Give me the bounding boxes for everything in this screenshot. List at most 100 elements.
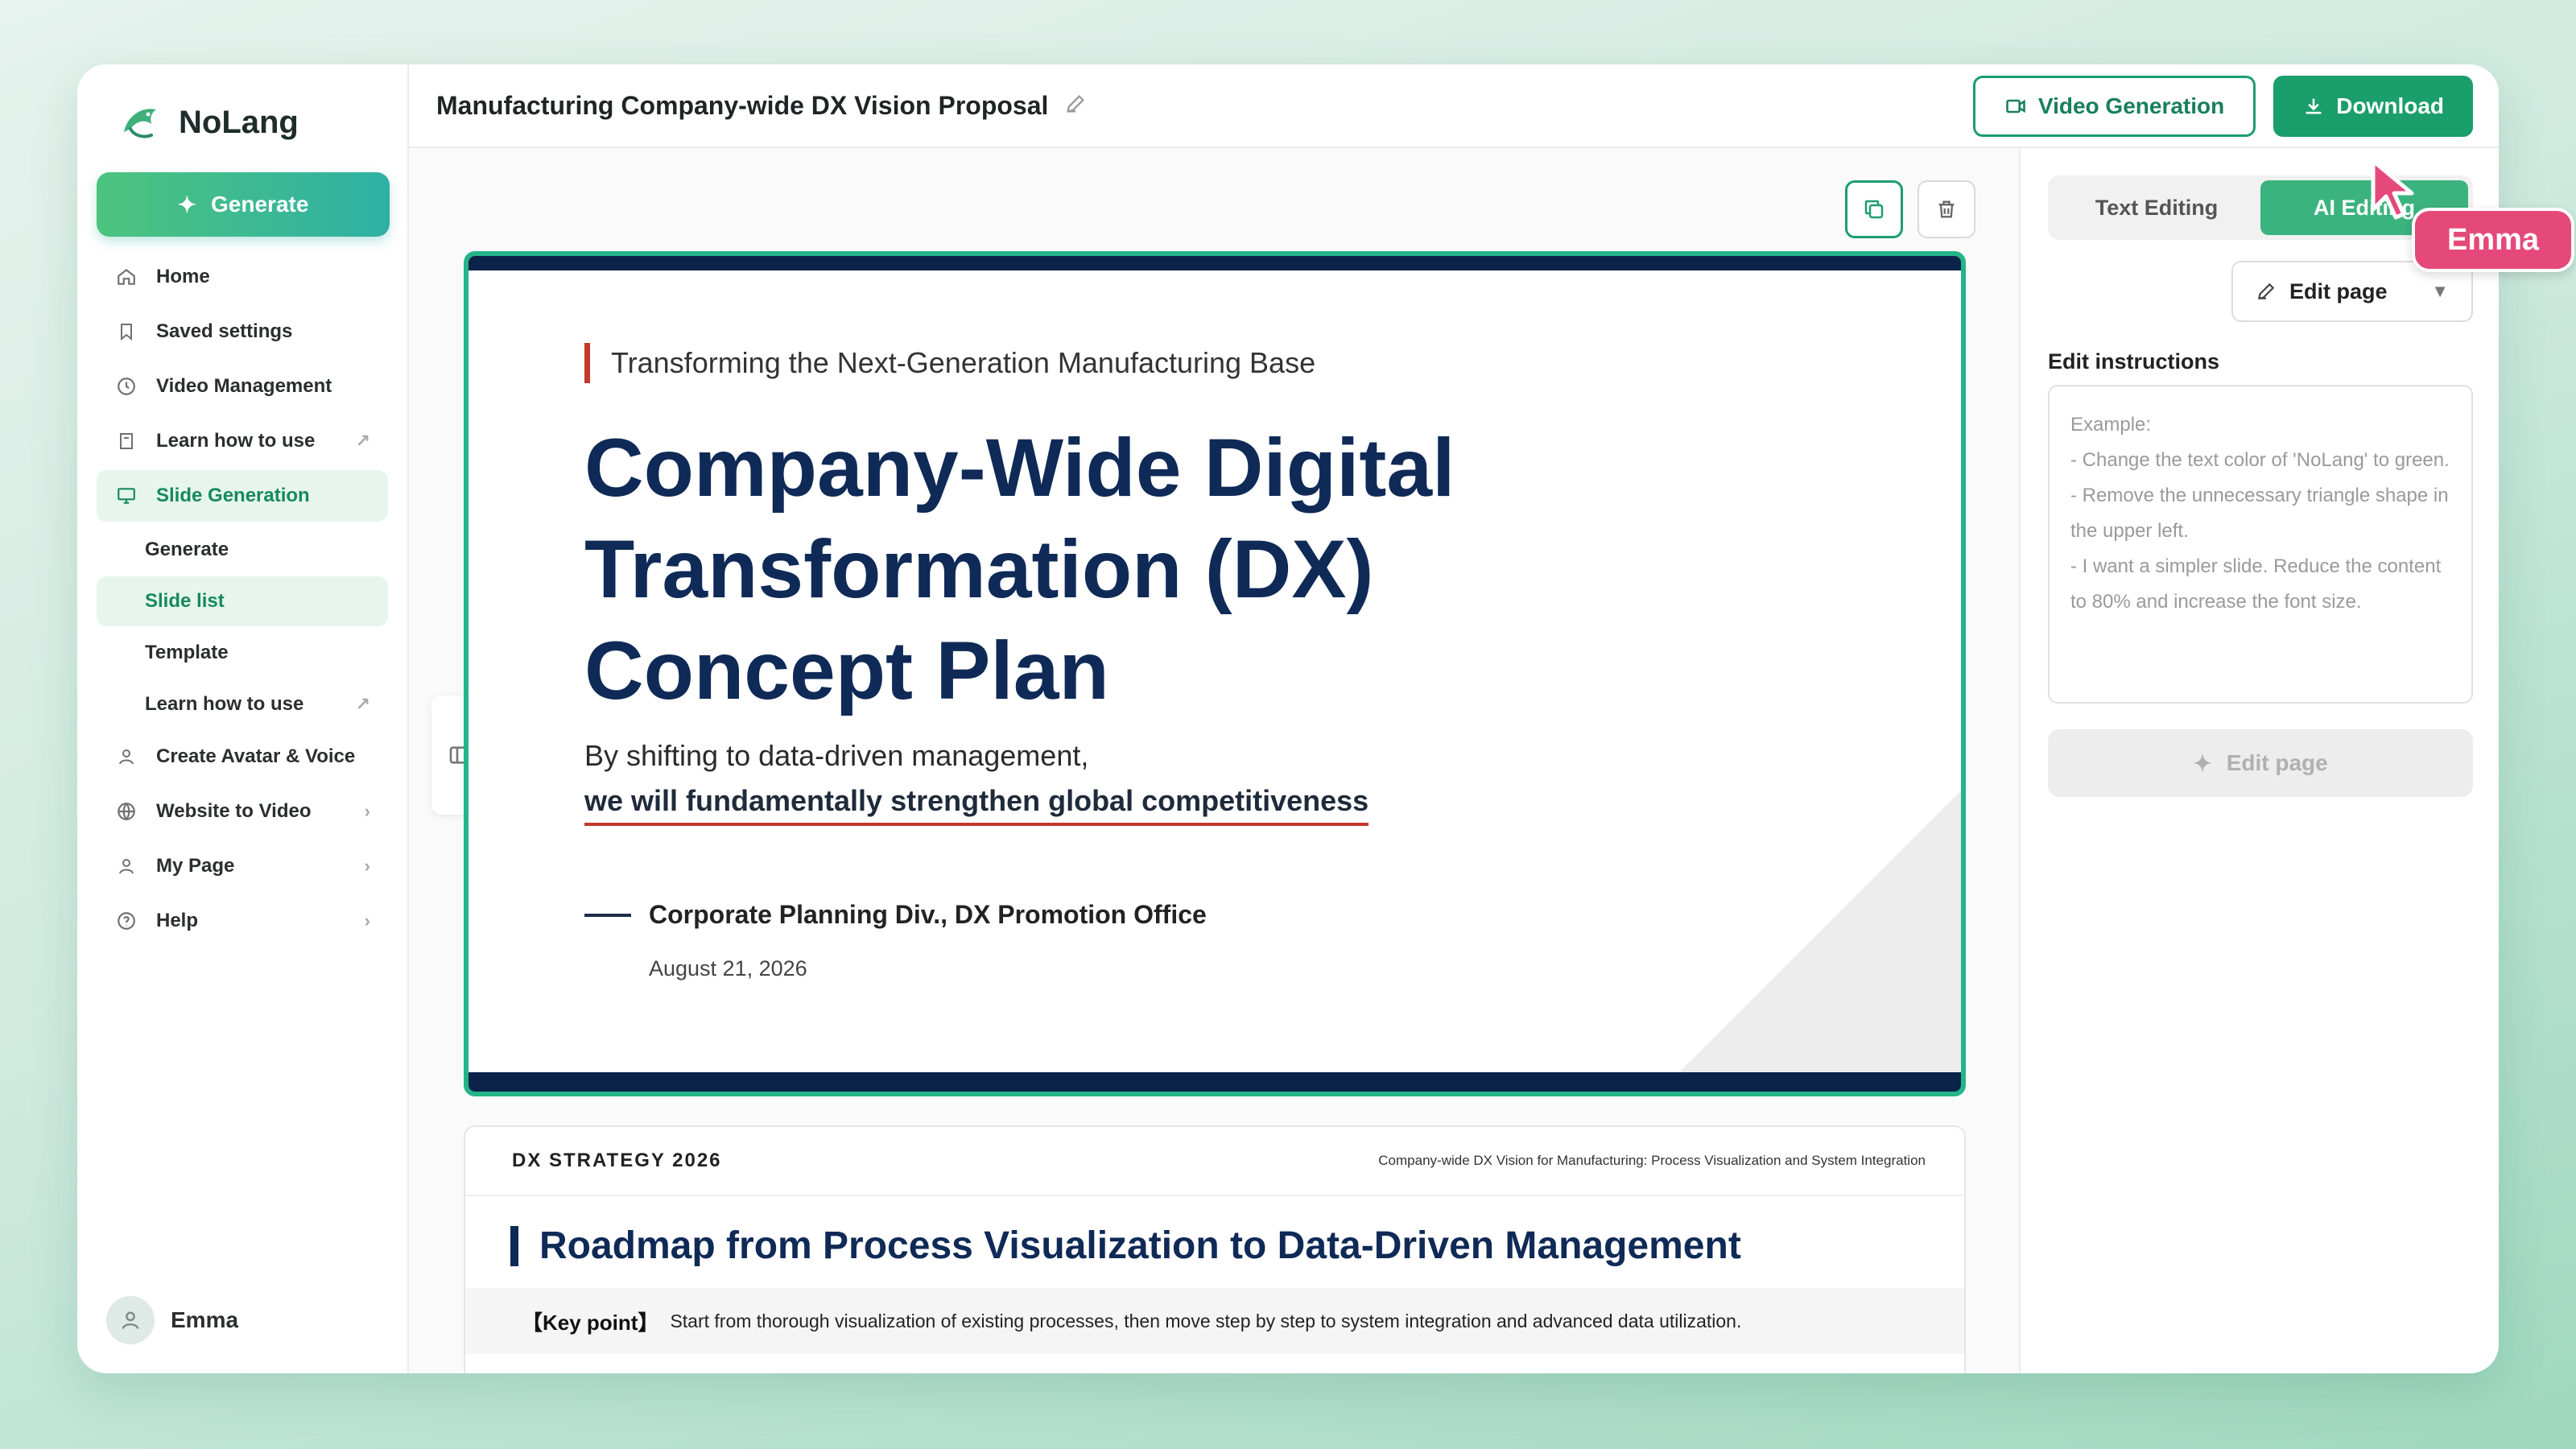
slide-tools [1845, 180, 1975, 238]
sparkle-icon: ✦ [177, 192, 197, 217]
subnav-item-generate[interactable]: Generate [97, 525, 388, 575]
person-icon [122, 1311, 139, 1329]
sparkle-icon: ✦ [2193, 750, 2212, 776]
sidebar-item-slide-generation[interactable]: Slide Generation [97, 470, 388, 522]
slide-kicker: Transforming the Next-Generation Manufac… [584, 343, 1315, 383]
slide-title-line-3: Concept Plan [584, 625, 1109, 716]
key-point-text: Start from thorough visualization of exi… [670, 1310, 1742, 1331]
trash-icon [1938, 200, 1955, 218]
sidebar-item-video-management[interactable]: Video Management [97, 361, 388, 412]
video-generation-button[interactable]: Video Generation [1972, 76, 2256, 137]
slide-canvas[interactable]: Transforming the Next-Generation Manufac… [409, 148, 2019, 1373]
sidebar-item-label: My Page [156, 855, 235, 877]
slide-bottom-bar [469, 1072, 1961, 1092]
edit-instructions-input[interactable]: Example: - Change the text color of 'NoL… [2048, 385, 2473, 704]
person-icon [114, 745, 138, 769]
app-window: NoLang ✦ Generate Home Saved settings Vi… [77, 64, 2499, 1373]
tab-text-editing[interactable]: Text Editing [2053, 180, 2260, 235]
edit-page-button-label: Edit page [2226, 750, 2328, 775]
caret-down-icon: ▼ [2431, 281, 2449, 301]
copy-icon [1864, 200, 1884, 219]
sidebar-item-learn-how-to-use[interactable]: Learn how to use ↗ [97, 415, 388, 467]
app-name: NoLang [179, 104, 299, 140]
slide-2-meta: Company-wide DX Vision for Manufacturing… [1378, 1153, 1926, 1168]
collaborator-cursor-label: Emma [2412, 208, 2575, 272]
slide-title: Company-Wide Digital Transformation (DX)… [584, 417, 1631, 721]
dept-dash [584, 913, 631, 917]
delete-slide-button[interactable] [1918, 180, 1975, 238]
chevron-right-icon: › [364, 910, 370, 931]
pencil-icon [2257, 283, 2275, 300]
slide-top-bar [469, 256, 1961, 270]
slide-2-header: DX STRATEGY 2026 Company-wide DX Vision … [465, 1127, 1964, 1196]
duplicate-slide-button[interactable] [1845, 180, 1903, 238]
edit-page-button[interactable]: ✦ Edit page [2048, 729, 2473, 797]
edit-scope-value: Edit page [2289, 279, 2388, 303]
red-accent-bar [584, 343, 590, 383]
sidebar-item-label: Learn how to use [156, 430, 316, 452]
slide-2[interactable]: DX STRATEGY 2026 Company-wide DX Vision … [464, 1125, 1966, 1373]
home-icon [114, 265, 138, 289]
slide-title-line-2: Transformation (DX) [584, 523, 1374, 615]
external-link-icon: ↗ [355, 694, 370, 714]
edit-panel: Text Editing AI Editing Edit page ▼ Edit… [2019, 148, 2499, 1373]
main-area: Manufacturing Company-wide DX Vision Pro… [409, 64, 2499, 1373]
video-camera-icon [2006, 99, 2025, 114]
globe-icon [114, 799, 138, 824]
download-button[interactable]: Download [2273, 76, 2473, 137]
chevron-right-icon: › [364, 856, 370, 876]
clock-icon [114, 374, 138, 398]
page-fold-decoration [1679, 791, 1961, 1072]
sidebar-item-label: Slide Generation [156, 485, 310, 506]
rename-pencil-icon[interactable] [1064, 93, 1087, 119]
sidebar-nav: Home Saved settings Video Management Lea… [97, 251, 388, 947]
monitor-icon [114, 484, 138, 508]
subnav-item-label: Generate [145, 539, 229, 560]
slide-department: Corporate Planning Div., DX Promotion Of… [584, 900, 1207, 930]
slide-2-tag: DX STRATEGY 2026 [512, 1150, 722, 1171]
slide-department-text: Corporate Planning Div., DX Promotion Of… [649, 900, 1207, 929]
bookmark-icon [114, 320, 138, 344]
subnav-item-label: Template [145, 642, 229, 663]
user-account[interactable]: Emma [106, 1296, 238, 1344]
sidebar: NoLang ✦ Generate Home Saved settings Vi… [77, 64, 409, 1373]
subnav-item-label: Slide list [145, 590, 225, 612]
video-generation-label: Video Generation [2037, 93, 2225, 118]
sidebar-item-label: Home [156, 266, 210, 287]
sidebar-item-label: Help [156, 910, 199, 931]
key-point-label: 【Key point】 [522, 1310, 659, 1335]
user-name: Emma [171, 1307, 239, 1332]
sidebar-item-website-to-video[interactable]: Website to Video › [97, 786, 388, 837]
sidebar-item-create-avatar-voice[interactable]: Create Avatar & Voice [97, 731, 388, 782]
slide-1-selected[interactable]: Transforming the Next-Generation Manufac… [464, 251, 1966, 1096]
slide-2-key-point: 【Key point】 Start from thorough visualiz… [465, 1288, 1964, 1354]
avatar [106, 1296, 155, 1344]
subnav-item-template[interactable]: Template [97, 628, 388, 678]
topbar: Manufacturing Company-wide DX Vision Pro… [409, 64, 2499, 148]
sidebar-item-label: Website to Video [156, 800, 312, 822]
book-icon [114, 429, 138, 453]
sidebar-item-saved-settings[interactable]: Saved settings [97, 306, 388, 357]
slide-subtitle-line-1: By shifting to data-driven management, [584, 739, 1089, 772]
sidebar-item-help[interactable]: Help › [97, 895, 388, 947]
slide-kicker-text: Transforming the Next-Generation Manufac… [611, 346, 1316, 379]
slide-2-title-text: Roadmap from Process Visualization to Da… [539, 1224, 1741, 1267]
dolphin-logo-icon [124, 109, 156, 138]
chevron-right-icon: › [364, 801, 370, 821]
document-title[interactable]: Manufacturing Company-wide DX Vision Pro… [436, 91, 1048, 121]
generate-button[interactable]: ✦ Generate [97, 172, 390, 237]
sidebar-item-home[interactable]: Home [97, 251, 388, 303]
download-label: Download [2336, 93, 2444, 118]
sidebar-item-label: Saved settings [156, 320, 293, 342]
edit-instructions-label: Edit instructions [2048, 349, 2220, 374]
slide-2-title: Roadmap from Process Visualization to Da… [465, 1196, 1964, 1268]
logo[interactable]: NoLang [97, 87, 388, 158]
external-link-icon: ↗ [355, 431, 370, 451]
download-icon [2306, 98, 2322, 114]
sidebar-item-my-page[interactable]: My Page › [97, 840, 388, 892]
person-icon [114, 854, 138, 878]
top-actions: Video Generation Download [1972, 76, 2473, 137]
subnav-item-slide-list[interactable]: Slide list [97, 576, 388, 626]
help-icon [114, 909, 138, 933]
subnav-item-learn-how-to-use[interactable]: Learn how to use ↗ [97, 679, 388, 729]
